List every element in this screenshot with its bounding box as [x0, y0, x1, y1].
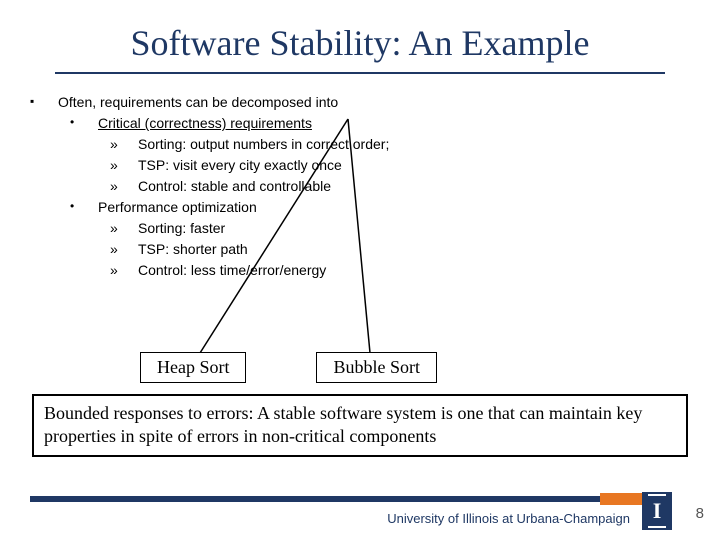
definition-box: Bounded responses to errors: A stable so…	[32, 394, 688, 457]
performance-item: » Control: less time/error/energy	[30, 260, 690, 281]
critical-item: » Sorting: output numbers in correct ord…	[30, 134, 690, 155]
performance-item: » TSP: shorter path	[30, 239, 690, 260]
illinois-logo: I	[642, 492, 672, 530]
performance-item-text: Control: less time/error/energy	[138, 260, 326, 281]
performance-heading-line: • Performance optimization	[30, 197, 690, 218]
critical-heading-line: • Critical (correctness) requirements	[30, 113, 690, 134]
critical-item-text: Control: stable and controllable	[138, 176, 331, 197]
performance-item-text: Sorting: faster	[138, 218, 225, 239]
intro-text: Often, requirements can be decomposed in…	[58, 92, 338, 113]
critical-item: » Control: stable and controllable	[30, 176, 690, 197]
content-area: ▪ Often, requirements can be decomposed …	[0, 92, 720, 281]
performance-item: » Sorting: faster	[30, 218, 690, 239]
critical-item-text: TSP: visit every city exactly once	[138, 155, 342, 176]
page-number: 8	[696, 505, 704, 522]
bubble-sort-box: Bubble Sort	[316, 352, 437, 383]
raquo-bullet-icon: »	[110, 218, 138, 239]
raquo-bullet-icon: »	[110, 176, 138, 197]
critical-item-text: Sorting: output numbers in correct order…	[138, 134, 389, 155]
heap-sort-box: Heap Sort	[140, 352, 246, 383]
raquo-bullet-icon: »	[110, 239, 138, 260]
performance-heading: Performance optimization	[98, 197, 257, 218]
slide-title: Software Stability: An Example	[0, 0, 720, 72]
critical-item: » TSP: visit every city exactly once	[30, 155, 690, 176]
title-underline	[55, 72, 665, 74]
performance-item-text: TSP: shorter path	[138, 239, 248, 260]
square-bullet-icon: ▪	[30, 92, 58, 113]
sort-boxes-row: Heap Sort Bubble Sort	[0, 352, 720, 383]
dot-bullet-icon: •	[70, 113, 98, 134]
footer-text: University of Illinois at Urbana-Champai…	[387, 511, 630, 526]
critical-heading: Critical (correctness) requirements	[98, 113, 312, 134]
raquo-bullet-icon: »	[110, 260, 138, 281]
raquo-bullet-icon: »	[110, 155, 138, 176]
raquo-bullet-icon: »	[110, 134, 138, 155]
intro-line: ▪ Often, requirements can be decomposed …	[30, 92, 690, 113]
logo-letter-icon: I	[653, 498, 662, 524]
dot-bullet-icon: •	[70, 197, 98, 218]
footer-bar	[30, 496, 660, 502]
